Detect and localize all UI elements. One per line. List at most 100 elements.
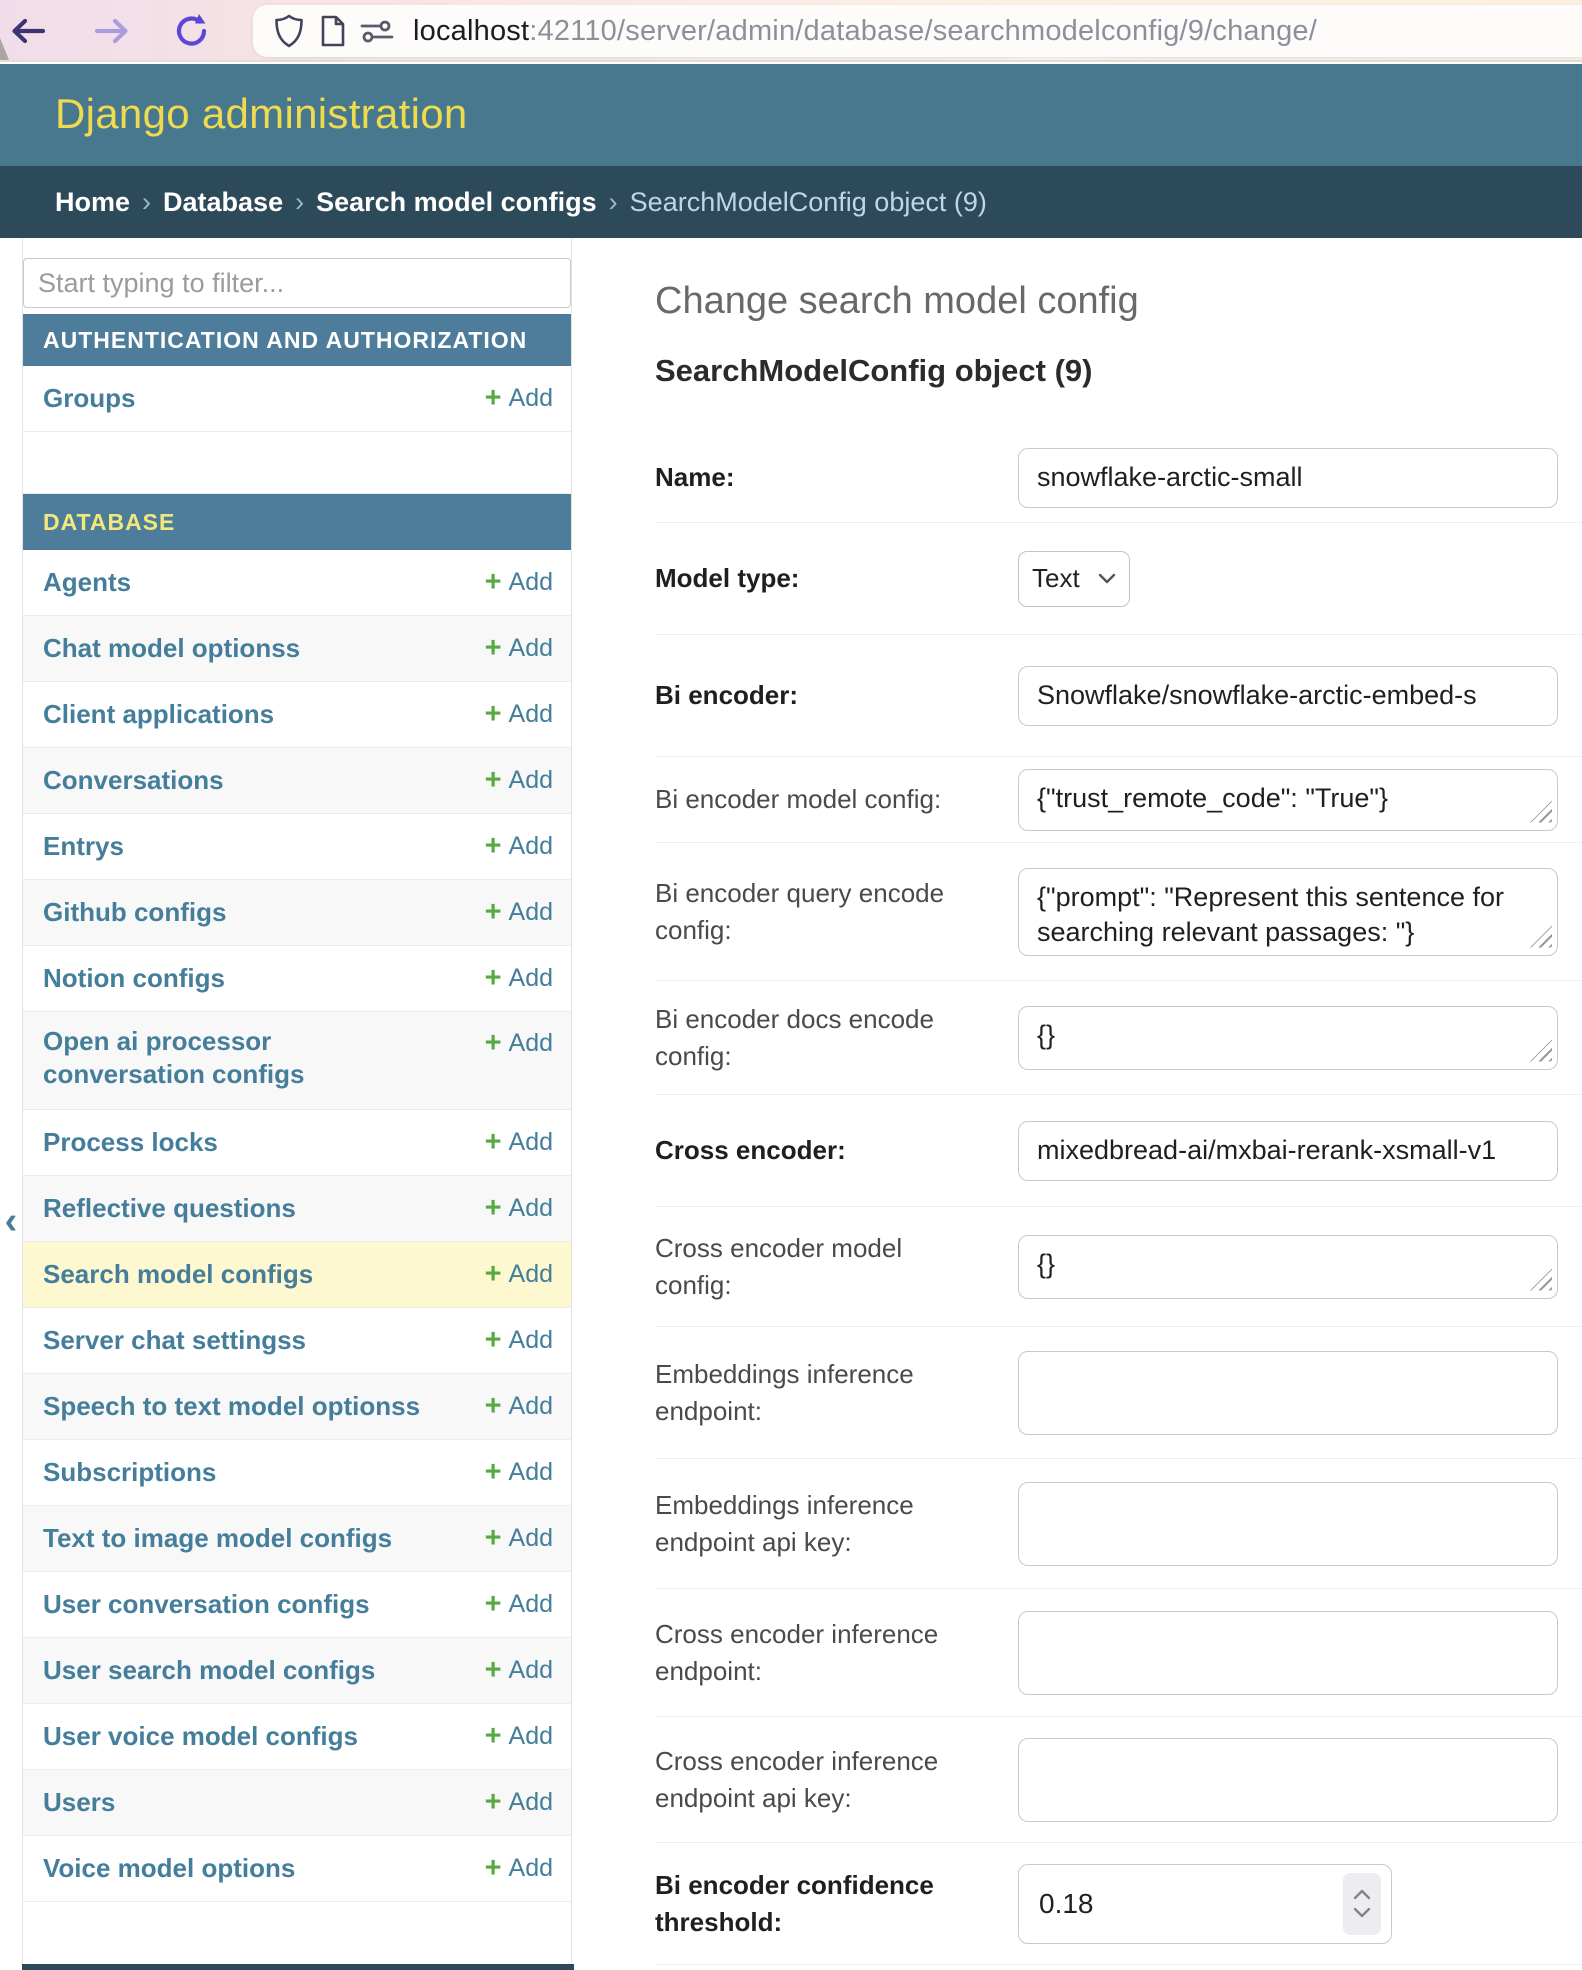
server-chat-settingss-link[interactable]: Server chat settingss	[43, 1324, 306, 1357]
search-model-configs-add-link[interactable]: +Add	[485, 1260, 553, 1289]
text-to-image-model-configs-add-link[interactable]: +Add	[485, 1524, 553, 1553]
entrys-add-link[interactable]: +Add	[485, 832, 553, 861]
users-add-link[interactable]: +Add	[485, 1788, 553, 1817]
browser-back-button[interactable]	[8, 14, 48, 48]
plus-icon: +	[485, 568, 502, 597]
conversations-link[interactable]: Conversations	[43, 764, 224, 797]
search-model-configs-link[interactable]: Search model configs	[43, 1258, 313, 1291]
breadcrumb-separator: ›	[609, 187, 618, 218]
chat-model-optionss-link[interactable]: Chat model optionss	[43, 632, 300, 665]
process-locks-link[interactable]: Process locks	[43, 1126, 218, 1159]
cross-encoder-model-config-textarea[interactable]: {}	[1018, 1235, 1558, 1299]
bi-encoder-query-encode-config-label: Bi encoder query encode config:	[655, 875, 1000, 948]
cross-encoder-inference-endpoint-input[interactable]	[1018, 1611, 1558, 1695]
plus-icon: +	[485, 1194, 502, 1223]
bi-encoder-docs-encode-config-textarea[interactable]: {}	[1018, 1006, 1558, 1070]
breadcrumb: Home › Database › Search model configs ›…	[0, 166, 1582, 238]
user-conversation-configs-link[interactable]: User conversation configs	[43, 1588, 370, 1621]
open-ai-processor-conversation-configs-link[interactable]: Open ai processor conversation configs	[43, 1025, 373, 1090]
entrys-link[interactable]: Entrys	[43, 830, 124, 863]
sidebar-bottom-bar	[22, 1964, 574, 1970]
breadcrumb-search-model-configs[interactable]: Search model configs	[316, 187, 597, 218]
voice-model-options-link[interactable]: Voice model options	[43, 1852, 295, 1885]
bi-encoder-query-encode-config-textarea[interactable]: {"prompt": "Represent this sentence for …	[1018, 868, 1558, 956]
embeddings-inference-endpoint-api-key-input[interactable]	[1018, 1482, 1558, 1566]
model-type-select[interactable]: Text	[1018, 551, 1130, 607]
plus-icon: +	[485, 1788, 502, 1817]
bi-encoder-label: Bi encoder:	[655, 677, 1000, 713]
speech-to-text-model-optionss-add-link[interactable]: +Add	[485, 1392, 553, 1421]
breadcrumb-home[interactable]: Home	[55, 187, 130, 218]
chevron-down-icon	[1353, 1907, 1371, 1918]
page-info-icon[interactable]	[311, 9, 355, 53]
groups-link[interactable]: Groups	[43, 382, 135, 415]
django-header: Django administration	[0, 64, 1582, 166]
field-row-cross-encoder-inference-endpoint: Cross encoder inference endpoint:	[655, 1589, 1582, 1717]
text-to-image-model-configs-link[interactable]: Text to image model configs	[43, 1522, 392, 1555]
number-stepper[interactable]	[1343, 1873, 1381, 1935]
user-conversation-configs-add-link[interactable]: +Add	[485, 1590, 553, 1619]
sidebar-collapse-toggle[interactable]: ‹	[0, 1198, 22, 1244]
main-content: Change search model config SearchModelCo…	[655, 238, 1582, 1965]
browser-reload-button[interactable]	[172, 14, 212, 48]
browser-forward-button[interactable]	[92, 14, 132, 48]
plus-icon: +	[485, 1458, 502, 1487]
agents-link[interactable]: Agents	[43, 566, 131, 599]
notion-configs-add-link[interactable]: +Add	[485, 964, 553, 993]
client-applications-link[interactable]: Client applications	[43, 698, 274, 731]
cross-encoder-inference-endpoint-api-key-input[interactable]	[1018, 1738, 1558, 1822]
permissions-icon[interactable]	[355, 9, 399, 53]
plus-icon: +	[485, 766, 502, 795]
client-applications-add-link[interactable]: +Add	[485, 700, 553, 729]
process-locks-add-link[interactable]: +Add	[485, 1128, 553, 1157]
sidebar-item-user-search-model-configs: User search model configs +Add	[23, 1638, 571, 1704]
bi-encoder-input[interactable]	[1018, 666, 1558, 726]
name-input[interactable]	[1018, 448, 1558, 508]
user-search-model-configs-add-link[interactable]: +Add	[485, 1656, 553, 1685]
github-configs-add-link[interactable]: +Add	[485, 898, 553, 927]
sidebar-item-server-chat-settingss: Server chat settingss +Add	[23, 1308, 571, 1374]
url-path: :42110/server/admin/database/searchmodel…	[529, 15, 1317, 47]
reflective-questions-add-link[interactable]: +Add	[485, 1194, 553, 1223]
change-form: Name: Model type: Text Bi encoder: Bi en…	[655, 433, 1582, 1965]
server-chat-settingss-add-link[interactable]: +Add	[485, 1326, 553, 1355]
django-administration-title[interactable]: Django administration	[55, 90, 468, 138]
sidebar-item-text-to-image-model-configs: Text to image model configs +Add	[23, 1506, 571, 1572]
field-row-bi-encoder-query-encode-config: Bi encoder query encode config: {"prompt…	[655, 843, 1582, 981]
field-row-embeddings-inference-endpoint-api-key: Embeddings inference endpoint api key:	[655, 1459, 1582, 1589]
shield-icon[interactable]	[267, 9, 311, 53]
user-voice-model-configs-link[interactable]: User voice model configs	[43, 1720, 358, 1753]
users-link[interactable]: Users	[43, 1786, 115, 1819]
bi-encoder-model-config-textarea[interactable]: {"trust_remote_code": "True"}	[1018, 769, 1558, 831]
notion-configs-link[interactable]: Notion configs	[43, 962, 225, 995]
speech-to-text-model-optionss-link[interactable]: Speech to text model optionss	[43, 1390, 420, 1423]
reflective-questions-link[interactable]: Reflective questions	[43, 1192, 296, 1225]
embeddings-inference-endpoint-api-key-label: Embeddings inference endpoint api key:	[655, 1487, 1000, 1560]
conversations-add-link[interactable]: +Add	[485, 766, 553, 795]
agents-add-link[interactable]: +Add	[485, 568, 553, 597]
embeddings-inference-endpoint-input[interactable]	[1018, 1351, 1558, 1435]
sidebar-spacer-row	[23, 1902, 571, 1954]
breadcrumb-database[interactable]: Database	[163, 187, 283, 218]
field-row-name: Name:	[655, 433, 1582, 523]
voice-model-options-add-link[interactable]: +Add	[485, 1854, 553, 1883]
chat-model-optionss-add-link[interactable]: +Add	[485, 634, 553, 663]
open-ai-processor-conversation-configs-add-link[interactable]: +Add	[485, 1029, 553, 1058]
section-database-caption: DATABASE	[23, 494, 571, 550]
subscriptions-add-link[interactable]: +Add	[485, 1458, 553, 1487]
sidebar-item-user-conversation-configs: User conversation configs +Add	[23, 1572, 571, 1638]
bi-encoder-model-config-label: Bi encoder model config:	[655, 781, 1000, 817]
bi-encoder-confidence-threshold-label: Bi encoder confidence threshold:	[655, 1867, 1000, 1940]
sidebar-item-user-voice-model-configs: User voice model configs +Add	[23, 1704, 571, 1770]
url-host: localhost	[413, 15, 529, 47]
sidebar-filter-input[interactable]	[23, 258, 571, 308]
bi-encoder-confidence-threshold-input[interactable]: 0.18	[1018, 1864, 1392, 1944]
cross-encoder-input[interactable]	[1018, 1121, 1558, 1181]
user-voice-model-configs-add-link[interactable]: +Add	[485, 1722, 553, 1751]
github-configs-link[interactable]: Github configs	[43, 896, 226, 929]
groups-add-link[interactable]: +Add	[485, 384, 553, 413]
url-bar[interactable]: localhost:42110/server/admin/database/se…	[253, 5, 1582, 57]
sidebar-item-subscriptions: Subscriptions +Add	[23, 1440, 571, 1506]
subscriptions-link[interactable]: Subscriptions	[43, 1456, 216, 1489]
user-search-model-configs-link[interactable]: User search model configs	[43, 1654, 375, 1687]
